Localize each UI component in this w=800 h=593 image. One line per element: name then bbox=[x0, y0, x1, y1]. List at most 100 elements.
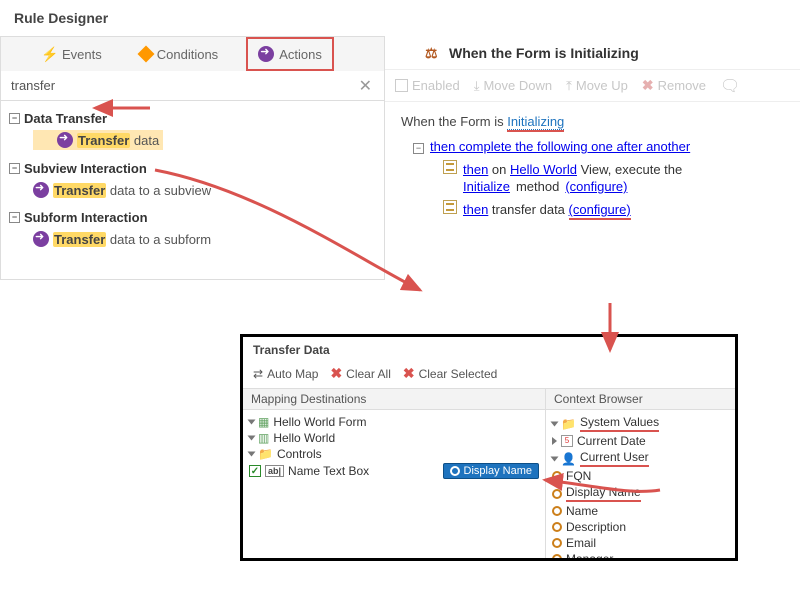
ctx-manager[interactable]: Manager bbox=[552, 551, 729, 558]
view-link[interactable]: Hello World bbox=[510, 162, 577, 177]
mapping-value-chip[interactable]: Display Name bbox=[443, 463, 539, 479]
property-icon bbox=[552, 554, 562, 558]
step-text-method: method bbox=[516, 179, 559, 194]
map-controls-label: Controls bbox=[277, 447, 322, 461]
expander-icon[interactable]: − bbox=[9, 113, 20, 124]
ctx-display-name[interactable]: Display Name bbox=[552, 484, 729, 503]
rule-header-text: When the Form is Initializing bbox=[449, 45, 639, 61]
ctx-current-date[interactable]: 5 Current Date bbox=[552, 433, 729, 449]
remove-button[interactable]: ✖ Remove bbox=[642, 77, 706, 94]
tree-arrow-icon[interactable] bbox=[551, 456, 559, 461]
tree-arrow-icon[interactable] bbox=[248, 420, 256, 425]
map-view[interactable]: ▥ Hello World bbox=[249, 430, 539, 446]
search-input[interactable] bbox=[9, 77, 355, 94]
tab-conditions[interactable]: Conditions bbox=[130, 37, 228, 71]
ctx-display-name-label: Display Name bbox=[566, 485, 641, 502]
search-highlight: Transfer bbox=[53, 183, 106, 198]
tab-actions[interactable]: Actions bbox=[246, 37, 334, 71]
property-icon bbox=[552, 471, 562, 481]
ctx-description[interactable]: Description bbox=[552, 519, 729, 535]
initialize-link[interactable]: Initialize bbox=[463, 179, 510, 194]
rule-event-link[interactable]: Initializing bbox=[507, 114, 564, 130]
step-transfer-data[interactable]: then transfer data (configure) bbox=[413, 194, 784, 217]
then-link[interactable]: then bbox=[463, 162, 488, 177]
action-label-rest: data to a subform bbox=[106, 232, 211, 247]
folder-icon: 📁 bbox=[561, 417, 576, 431]
check-icon: ✓ bbox=[249, 465, 261, 477]
ctx-fqn[interactable]: FQN bbox=[552, 468, 729, 484]
move-down-label: Move Down bbox=[483, 78, 552, 93]
ctx-current-date-label: Current Date bbox=[577, 434, 646, 448]
property-icon bbox=[450, 466, 460, 476]
dialog-title: Transfer Data bbox=[243, 337, 735, 361]
step-text-on: on bbox=[488, 162, 510, 177]
remove-icon: ✖ bbox=[642, 77, 654, 94]
configure-link[interactable]: (configure) bbox=[565, 179, 627, 194]
arrow-circle-icon bbox=[57, 132, 73, 148]
left-panel: ⚡ Events Conditions Actions ✕ − Data Tra… bbox=[0, 36, 385, 280]
map-controls[interactable]: 📁 Controls bbox=[249, 446, 539, 462]
tree-arrow-icon[interactable] bbox=[552, 437, 557, 445]
arrow-circle-icon bbox=[33, 231, 49, 247]
move-up-icon: ⤒ bbox=[566, 78, 572, 94]
enabled-toggle[interactable]: Enabled bbox=[395, 78, 460, 93]
rule-steps: − then complete the following one after … bbox=[385, 137, 800, 225]
tab-events[interactable]: ⚡ Events bbox=[31, 37, 112, 71]
group-subform: Subform Interaction bbox=[24, 210, 148, 225]
clear-selected-button[interactable]: ✖ Clear Selected bbox=[403, 365, 497, 382]
speech-bubble-icon: 🗨 bbox=[720, 76, 740, 96]
gavel-icon: ⚖ bbox=[425, 45, 441, 61]
move-down-button[interactable]: ⤓ Move Down bbox=[474, 78, 552, 94]
expander-icon[interactable]: − bbox=[413, 143, 424, 154]
step-text-transfer: transfer data bbox=[488, 202, 568, 217]
move-up-button[interactable]: ⤒ Move Up bbox=[566, 78, 628, 94]
dialog-toolbar: ⇄ Auto Map ✖ Clear All ✖ Clear Selected bbox=[243, 361, 735, 389]
expander-icon[interactable]: − bbox=[9, 163, 20, 174]
configure-link[interactable]: (configure) bbox=[569, 202, 631, 220]
arrow-circle-icon bbox=[258, 46, 274, 62]
ctx-name[interactable]: Name bbox=[552, 503, 729, 519]
expander-icon[interactable]: − bbox=[9, 212, 20, 223]
diamond-icon bbox=[137, 46, 154, 63]
action-transfer-data[interactable]: Transfer data bbox=[33, 130, 163, 150]
rule-toolbar: Enabled ⤓ Move Down ⤒ Move Up ✖ Remove 🗨 bbox=[385, 70, 800, 102]
auto-map-button[interactable]: ⇄ Auto Map bbox=[253, 365, 318, 382]
step-icon bbox=[443, 160, 457, 174]
move-up-label: Move Up bbox=[576, 78, 628, 93]
property-icon bbox=[552, 506, 562, 516]
ctx-system-values[interactable]: 📁 System Values bbox=[552, 414, 729, 433]
auto-map-icon: ⇄ bbox=[253, 367, 263, 381]
tab-actions-label: Actions bbox=[279, 47, 322, 62]
ctx-current-user-label: Current User bbox=[580, 450, 649, 467]
map-root[interactable]: ▦ Hello World Form bbox=[249, 414, 539, 430]
action-label-rest: data bbox=[130, 133, 159, 148]
map-field-name-textbox[interactable]: ✓ ab| Name Text Box Display Name bbox=[249, 462, 539, 480]
step-execute-initialize[interactable]: then on Hello World View, execute the bbox=[413, 154, 784, 177]
then-block-link[interactable]: then complete the following one after an… bbox=[430, 139, 690, 154]
comment-button[interactable]: 🗨 bbox=[720, 76, 740, 96]
clear-search-button[interactable]: ✕ bbox=[355, 76, 376, 96]
action-transfer-subview[interactable]: Transfer data to a subview bbox=[9, 180, 382, 200]
map-field-label: Name Text Box bbox=[288, 464, 369, 478]
action-label-rest: data to a subview bbox=[106, 183, 211, 198]
ctx-email[interactable]: Email bbox=[552, 535, 729, 551]
clear-all-button[interactable]: ✖ Clear All bbox=[330, 365, 390, 382]
right-panel: ⚖ When the Form is Initializing Enabled … bbox=[385, 36, 800, 280]
tab-events-label: Events bbox=[62, 47, 102, 62]
action-transfer-subform[interactable]: Transfer data to a subform bbox=[9, 229, 382, 249]
rule-when-text: When the Form is Initializing bbox=[385, 102, 800, 137]
tree-arrow-icon[interactable] bbox=[248, 452, 256, 457]
tree-arrow-icon[interactable] bbox=[248, 436, 256, 441]
clear-all-label: Clear All bbox=[346, 367, 391, 381]
x-icon: ✖ bbox=[330, 365, 342, 382]
mapping-destinations-panel: Mapping Destinations ▦ Hello World Form … bbox=[243, 389, 545, 558]
then-link[interactable]: then bbox=[463, 202, 488, 217]
property-icon bbox=[552, 489, 562, 499]
x-icon: ✖ bbox=[403, 365, 415, 382]
tree-arrow-icon[interactable] bbox=[551, 421, 559, 426]
ctx-current-user[interactable]: 👤 Current User bbox=[552, 449, 729, 468]
step-text-suffix: View, execute the bbox=[577, 162, 682, 177]
ctx-system-values-label: System Values bbox=[580, 415, 659, 432]
designer-tabs: ⚡ Events Conditions Actions bbox=[1, 37, 384, 71]
auto-map-label: Auto Map bbox=[267, 367, 318, 381]
